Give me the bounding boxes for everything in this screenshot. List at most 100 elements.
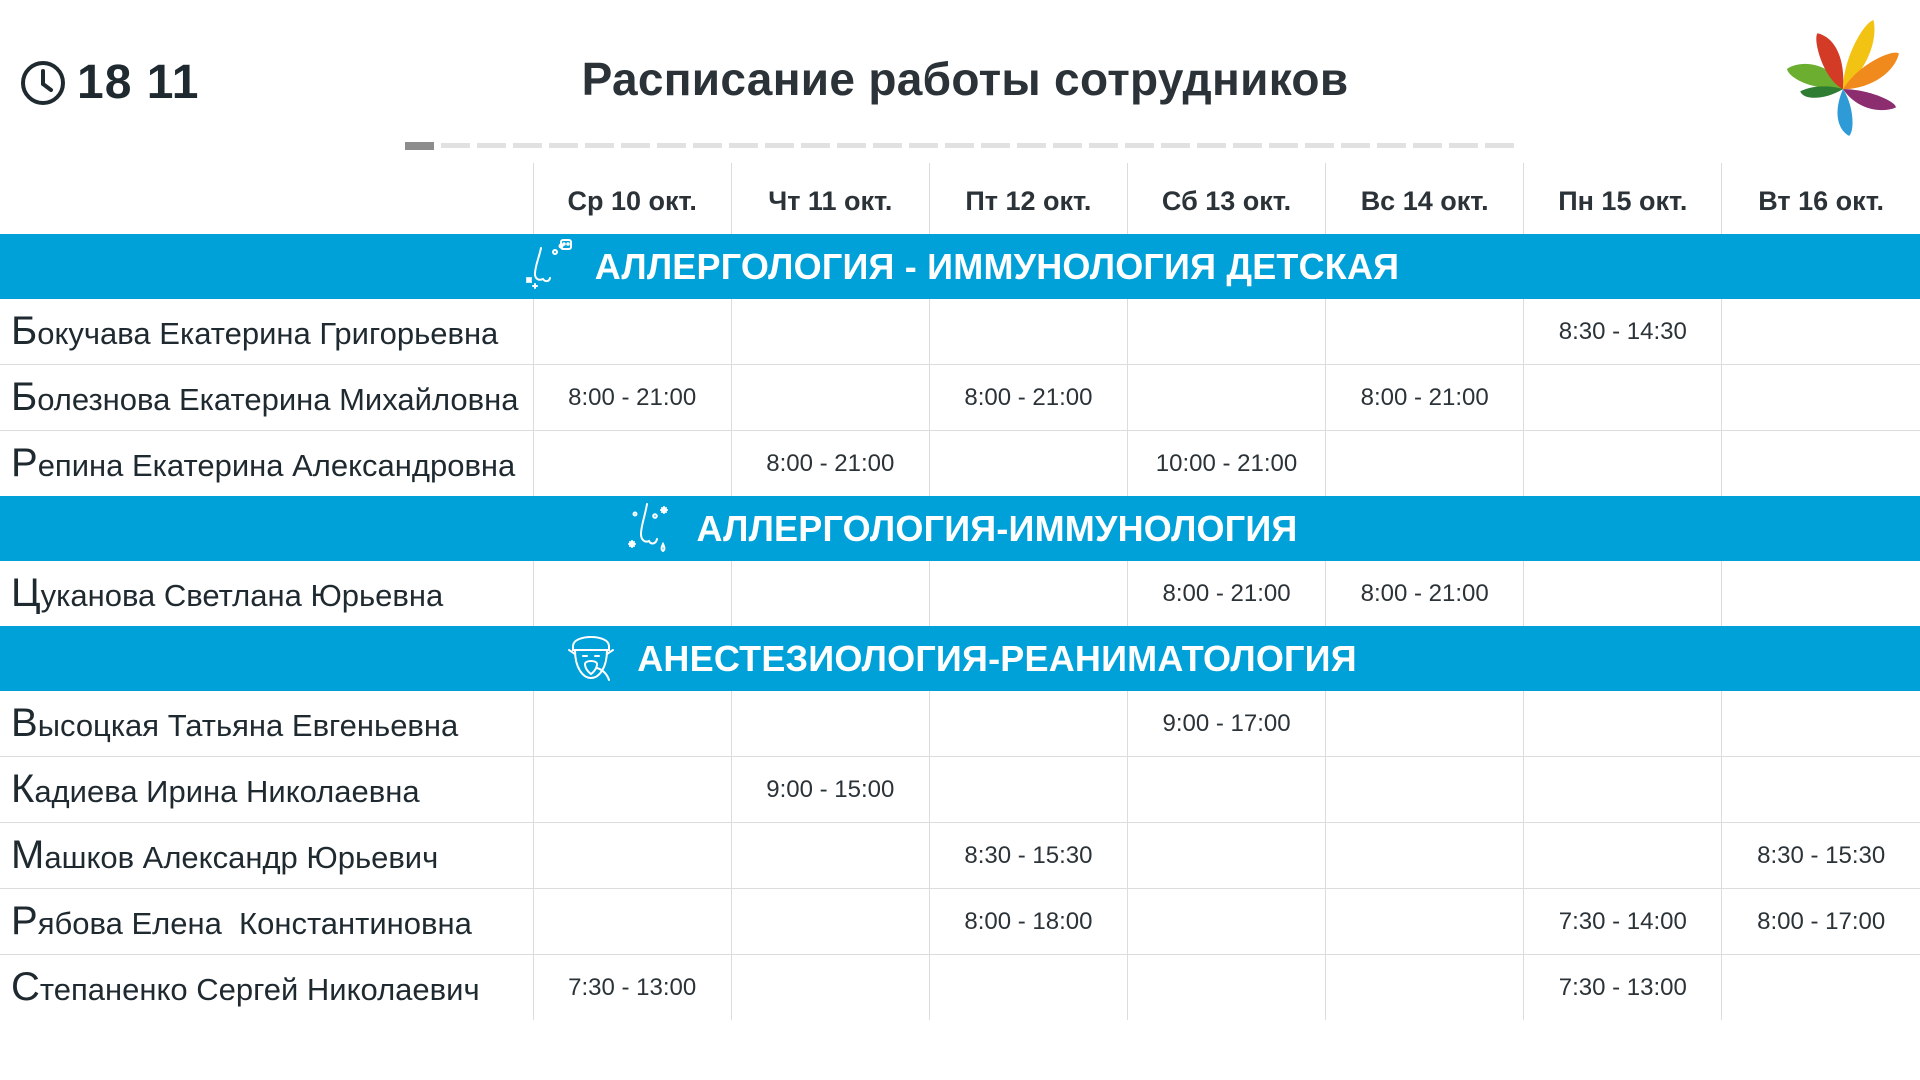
shift-cell <box>730 888 930 955</box>
page-dot[interactable] <box>585 143 614 148</box>
shift-cell: 10:00 - 21:00 <box>1126 430 1326 496</box>
section-header: АЛЛЕРГОЛОГИЯ - ИММУНОЛОГИЯ ДЕТСКАЯ <box>0 234 1920 299</box>
staff-name: Машков Александр Юрьевич <box>0 822 534 889</box>
staff-row: Цуканова Светлана Юрьевна 8:00 - 21:00 8:0… <box>0 561 1920 626</box>
page-dot[interactable] <box>1377 143 1406 148</box>
child-allergy-icon <box>521 236 595 297</box>
shift-cell <box>1721 299 1920 365</box>
page-dot[interactable] <box>1233 143 1262 148</box>
staff-name-initial: Б <box>11 309 38 353</box>
page-dot[interactable] <box>801 143 830 148</box>
section-header-row: АЛЛЕРГОЛОГИЯ - ИММУНОЛОГИЯ ДЕТСКАЯ <box>0 234 1920 299</box>
page-dot[interactable] <box>909 143 938 148</box>
allergy-nose-icon <box>623 498 697 559</box>
shift-cell <box>928 756 1128 823</box>
day-header: Ср 10 окт. <box>532 163 732 234</box>
page-dot[interactable] <box>1125 143 1154 148</box>
page-dot[interactable] <box>1017 143 1046 148</box>
shift-cell <box>532 299 732 365</box>
staff-name-rest: епина Екатерина Александровна <box>37 448 516 483</box>
page-dot[interactable] <box>729 143 758 148</box>
staff-name: Бокучава Екатерина Григорьевна <box>0 299 533 365</box>
page-dot[interactable] <box>1197 143 1226 148</box>
page-dot[interactable] <box>549 143 578 148</box>
shift-cell <box>1721 430 1920 496</box>
page-dot[interactable] <box>981 143 1010 148</box>
staff-row: Репина Екатерина Александровна 8:00 - 21:… <box>0 430 1920 496</box>
shift-cell: 8:00 - 21:00 <box>532 364 732 431</box>
shift-cell <box>532 561 732 626</box>
page-dot-active[interactable] <box>405 142 434 150</box>
shift-cell <box>1126 822 1326 889</box>
staff-name-initial: С <box>11 965 40 1009</box>
shift-cell <box>532 756 732 823</box>
page-dot[interactable] <box>621 143 650 148</box>
schedule-table: Ср 10 окт. Чт 11 окт. Пт 12 окт. Сб 13 окт.… <box>0 163 1920 1020</box>
shift-cell <box>928 430 1128 496</box>
shift-cell <box>730 954 930 1020</box>
page-dot[interactable] <box>1485 143 1514 148</box>
shift-cell <box>928 954 1128 1020</box>
page-dot[interactable] <box>1305 143 1334 148</box>
shift-cell <box>1126 364 1326 431</box>
page-dot[interactable] <box>945 143 974 148</box>
shift-cell <box>1325 888 1524 955</box>
shift-cell <box>1126 299 1326 365</box>
staff-name: Болезнова Екатерина Михайловна <box>0 364 534 431</box>
shift-cell <box>730 364 930 431</box>
shift-cell: 8:00 - 21:00 <box>730 430 930 496</box>
shift-cell <box>730 561 930 626</box>
page-dot[interactable] <box>441 143 470 148</box>
anesthesia-mask-icon <box>563 628 637 689</box>
shift-cell <box>532 822 732 889</box>
staff-name-initial: Р <box>11 441 38 485</box>
day-header: Чт 11 окт. <box>730 163 930 234</box>
page-dot[interactable] <box>657 143 686 148</box>
day-header: Вт 16 окт. <box>1721 163 1920 234</box>
shift-cell <box>928 691 1128 757</box>
shift-cell <box>1721 364 1920 431</box>
staff-name: Кадиева Ирина Николаевна <box>0 756 534 823</box>
page-dot[interactable] <box>873 143 902 148</box>
page-dot[interactable] <box>693 143 722 148</box>
shift-cell <box>1325 430 1524 496</box>
shift-cell: 8:00 - 21:00 <box>928 364 1128 431</box>
shift-cell: 7:30 - 14:00 <box>1523 888 1722 955</box>
page-dot[interactable] <box>1161 143 1190 148</box>
staff-name-rest: адиева Ирина Николаевна <box>34 774 420 809</box>
clinic-logo <box>1787 20 1899 136</box>
page-dot[interactable] <box>765 143 794 148</box>
page-dot[interactable] <box>477 143 506 148</box>
page-dot[interactable] <box>1449 143 1478 148</box>
page-dot[interactable] <box>1089 143 1118 148</box>
shift-cell <box>928 299 1128 365</box>
page-dot[interactable] <box>513 143 542 148</box>
page-dot[interactable] <box>837 143 866 148</box>
page-dot[interactable] <box>1269 143 1298 148</box>
shift-cell <box>1126 888 1326 955</box>
page-title: Расписание работы сотрудников <box>581 53 1349 105</box>
shift-cell <box>730 691 930 757</box>
shift-cell: 8:00 - 21:00 <box>1325 561 1524 626</box>
staff-row: Высоцкая Татьяна Евгеньевна 9:00 - 17:00 <box>0 691 1920 757</box>
shift-cell <box>1523 691 1722 757</box>
staff-name-initial: Б <box>11 375 38 419</box>
shift-cell <box>1325 756 1524 823</box>
top-header: 18 11 Расписание работы сотрудников <box>0 0 1920 150</box>
shift-cell <box>1523 430 1722 496</box>
staff-name: Рябова Елена Константиновна <box>0 888 534 955</box>
shift-cell <box>1721 691 1920 757</box>
shift-cell <box>1126 756 1326 823</box>
page-dot[interactable] <box>1413 143 1442 148</box>
corner-cell <box>0 163 533 234</box>
page-dot[interactable] <box>1341 143 1370 148</box>
section-header-row: АЛЛЕРГОЛОГИЯ-ИММУНОЛОГИЯ <box>0 496 1920 561</box>
page-dot[interactable] <box>1053 143 1082 148</box>
shift-cell <box>1523 561 1722 626</box>
staff-row: Машков Александр Юрьевич 8:30 - 15:30 8:30… <box>0 822 1920 889</box>
shift-cell <box>1325 691 1524 757</box>
shift-cell <box>1523 822 1722 889</box>
shift-cell: 7:30 - 13:00 <box>1523 954 1722 1020</box>
staff-row: Болезнова Екатерина Михайловна 8:00 - 21:… <box>0 364 1920 431</box>
staff-row: Кадиева Ирина Николаевна 9:00 - 15:00 <box>0 756 1920 823</box>
